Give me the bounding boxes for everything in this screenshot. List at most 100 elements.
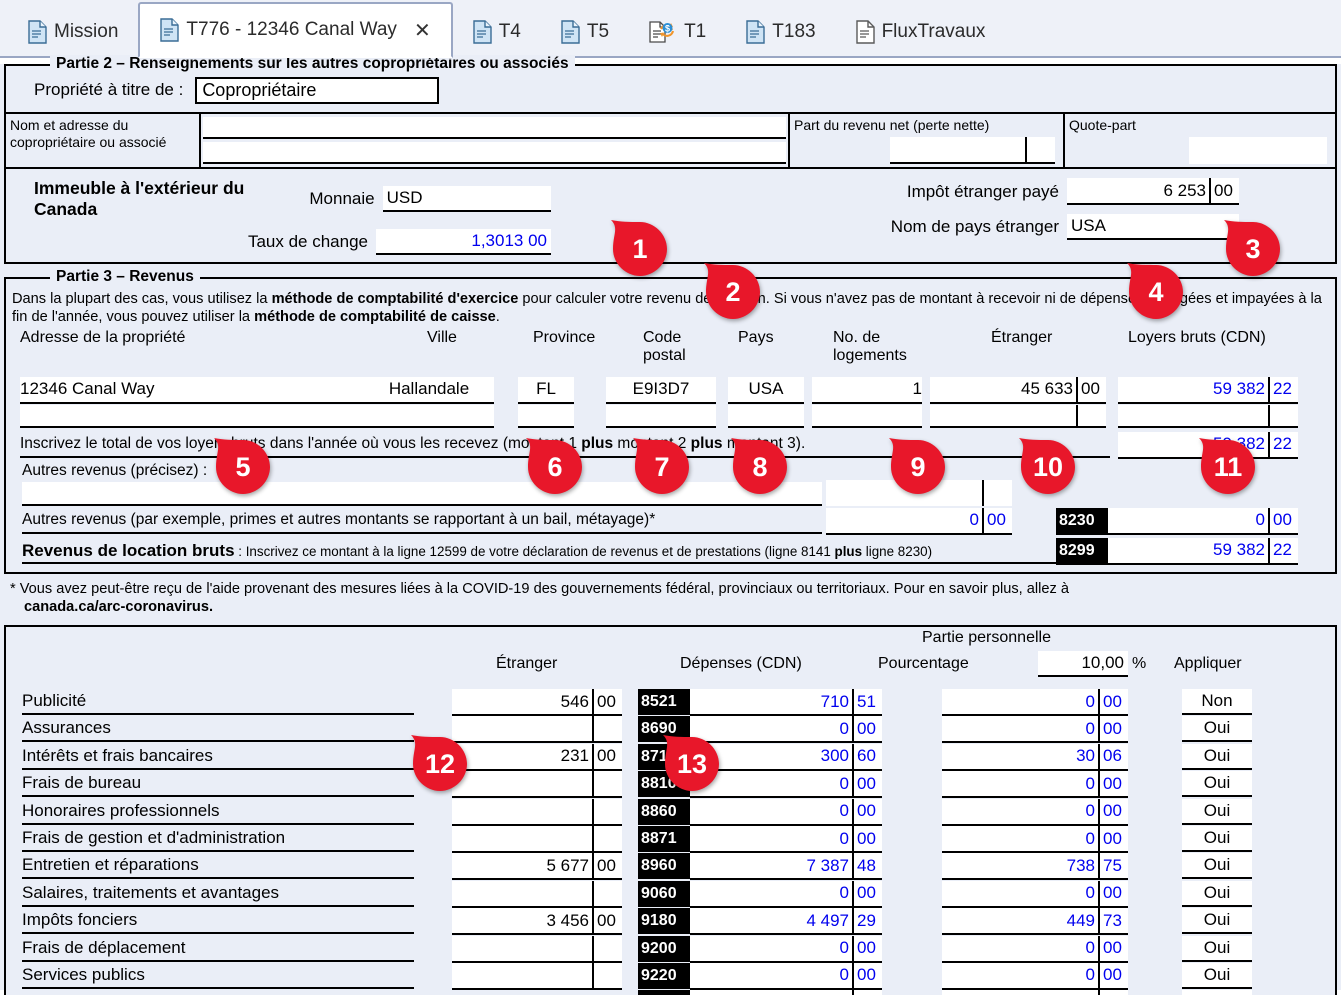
expense-foreign-value: 546 (560, 691, 589, 711)
expense-personal-input[interactable]: 0 00 (942, 771, 1128, 799)
expense-cdn-input[interactable]: 0 00 (690, 990, 882, 995)
property-postal-input-2[interactable] (606, 404, 716, 428)
close-icon[interactable]: ✕ (414, 18, 431, 43)
expense-cdn-input[interactable]: 0 00 (690, 716, 882, 744)
tab-label: T4 (498, 21, 521, 42)
expense-foreign-input[interactable]: 3 456 00 (452, 908, 622, 936)
expense-apply-value[interactable]: Oui (1182, 880, 1252, 907)
expense-foreign-input[interactable] (452, 880, 622, 908)
expense-personal-input[interactable]: 30 06 (942, 743, 1128, 771)
expense-apply-value[interactable]: Non (1182, 990, 1252, 995)
expense-foreign-input[interactable] (452, 826, 622, 854)
expense-personal-input[interactable]: 0 00 (942, 880, 1128, 908)
gross-rental-row: Revenus de location bruts : Inscrivez ce… (6, 537, 1335, 568)
property-city-input[interactable]: Hallandale (364, 376, 494, 404)
expense-apply-value[interactable]: Oui (1182, 743, 1252, 770)
expense-cdn-input[interactable]: 0 00 (690, 880, 882, 908)
property-province-input-2[interactable] (518, 404, 574, 428)
expense-cdn-value: 0 (839, 773, 849, 793)
expense-personal-input[interactable]: 0 00 (942, 935, 1128, 963)
property-gross-rent-input[interactable]: 59 382 22 (1118, 376, 1298, 404)
expense-foreign-input[interactable] (452, 962, 622, 990)
property-units-input[interactable]: 1 (812, 376, 922, 404)
property-address-input[interactable]: 12346 Canal Way (20, 376, 420, 404)
expense-foreign-input[interactable]: 5 677 00 (452, 853, 622, 881)
expense-cdn-input[interactable]: 0 00 (690, 798, 882, 826)
total-rent-input[interactable]: 59 382 22 (1118, 431, 1298, 459)
foreign-tax-input[interactable]: 6 253 00 (1067, 178, 1239, 205)
expense-apply-value[interactable]: Oui (1182, 935, 1252, 962)
expense-cdn-input[interactable]: 0 00 (690, 826, 882, 854)
expense-personal-input[interactable]: 0 00 (942, 962, 1128, 990)
expense-cdn-value: 0 (839, 828, 849, 848)
tab-t1[interactable]: $ T1 (629, 8, 726, 56)
tab-mission[interactable]: Mission (8, 8, 138, 56)
col-address: Adresse de la propriété (20, 328, 186, 346)
expense-cdn-input[interactable]: 300 60 (690, 743, 882, 771)
line-code-8299: 8299 (1056, 537, 1108, 565)
property-country-input-2[interactable] (728, 404, 804, 428)
tab-t5[interactable]: T5 (541, 8, 629, 56)
expense-apply-value[interactable]: Oui (1182, 962, 1252, 989)
net-income-share-input[interactable] (890, 137, 1055, 164)
property-postal-input[interactable]: E9I3D7 (606, 376, 716, 404)
percentage-input[interactable]: 10,00 (1038, 651, 1128, 678)
expense-foreign-input[interactable] (452, 935, 622, 963)
expense-personal-input[interactable]: 0 00 (942, 716, 1128, 744)
expense-apply-value[interactable]: Oui (1182, 798, 1252, 825)
property-units-input-2[interactable] (812, 404, 922, 428)
expense-apply-value[interactable]: Non (1182, 689, 1252, 716)
expense-cdn-input[interactable]: 4 497 29 (690, 908, 882, 936)
expense-cdn-input[interactable]: 0 00 (690, 962, 882, 990)
gross-rental-input[interactable]: 59 382 22 (1108, 537, 1298, 565)
expense-apply-value[interactable]: Oui (1182, 716, 1252, 743)
ownership-input[interactable]: Copropriétaire (195, 76, 440, 104)
expense-foreign-input[interactable]: 546 00 (452, 689, 622, 717)
expense-apply-value[interactable]: Oui (1182, 853, 1252, 880)
expense-personal-value: 30 (1076, 746, 1095, 766)
expense-foreign-input[interactable] (452, 716, 622, 744)
expense-personal-input[interactable]: 449 73 (942, 908, 1128, 936)
expense-apply-value[interactable]: Oui (1182, 826, 1252, 853)
expense-cdn-input[interactable]: 710 51 (690, 689, 882, 717)
expense-foreign-input[interactable]: 231 00 (452, 743, 622, 771)
expense-cdn-value: 0 (839, 965, 849, 985)
expense-personal-input[interactable]: 0 00 (942, 826, 1128, 854)
covid-note: * Vous avez peut-être reçu de l'aide pro… (0, 574, 1341, 616)
other-income-specify-amount[interactable] (826, 479, 1012, 506)
other-income-foreign-input[interactable]: 0 00 (826, 507, 1012, 535)
expense-personal-input[interactable]: 738 75 (942, 853, 1128, 881)
property-foreign-input-2[interactable] (930, 404, 1106, 428)
expense-apply-value[interactable]: Oui (1182, 771, 1252, 798)
coowner-line1-input[interactable] (203, 117, 786, 139)
expense-cdn-input[interactable]: 0 00 (690, 771, 882, 799)
expense-apply-value[interactable]: Oui (1182, 908, 1252, 935)
property-address-input-2[interactable] (20, 404, 420, 428)
exchange-rate-input[interactable]: 1,3013 00 (376, 229, 551, 255)
other-income-specify-input[interactable] (22, 481, 822, 506)
tab-t776[interactable]: T776 - 12346 Canal Way ✕ (138, 2, 453, 58)
expense-cdn-input[interactable]: 0 00 (690, 935, 882, 963)
expense-name: Frais de bureau (22, 771, 414, 798)
expense-personal-cents: 75 (1098, 853, 1128, 879)
property-country-input[interactable]: USA (728, 376, 804, 404)
expense-personal-input[interactable]: 0 00 (942, 990, 1128, 995)
foreign-country-input[interactable]: USA (1067, 214, 1239, 240)
tab-t4[interactable]: T4 (453, 8, 541, 56)
expense-personal-input[interactable]: 0 00 (942, 798, 1128, 826)
expense-personal-input[interactable]: 0 00 (942, 689, 1128, 717)
expense-foreign-input[interactable] (452, 771, 622, 799)
coowner-line2-input[interactable] (203, 142, 786, 164)
other-income-cdn-input[interactable]: 0 00 (1108, 507, 1298, 535)
property-gross-rent-input-2[interactable] (1118, 404, 1298, 428)
property-foreign-input[interactable]: 45 633 00 (930, 376, 1106, 404)
covid-note-link[interactable]: canada.ca/arc-coronavirus. (10, 598, 1333, 616)
tab-t183[interactable]: T183 (726, 8, 835, 56)
expense-foreign-input[interactable] (452, 798, 622, 826)
quota-input[interactable] (1189, 137, 1327, 164)
property-city-input-2[interactable] (364, 404, 494, 428)
tab-fluxtravaux[interactable]: FluxTravaux (836, 8, 1006, 56)
property-province-input[interactable]: FL (518, 376, 574, 404)
currency-input[interactable]: USD (382, 186, 551, 212)
expense-cdn-input[interactable]: 7 387 48 (690, 853, 882, 881)
